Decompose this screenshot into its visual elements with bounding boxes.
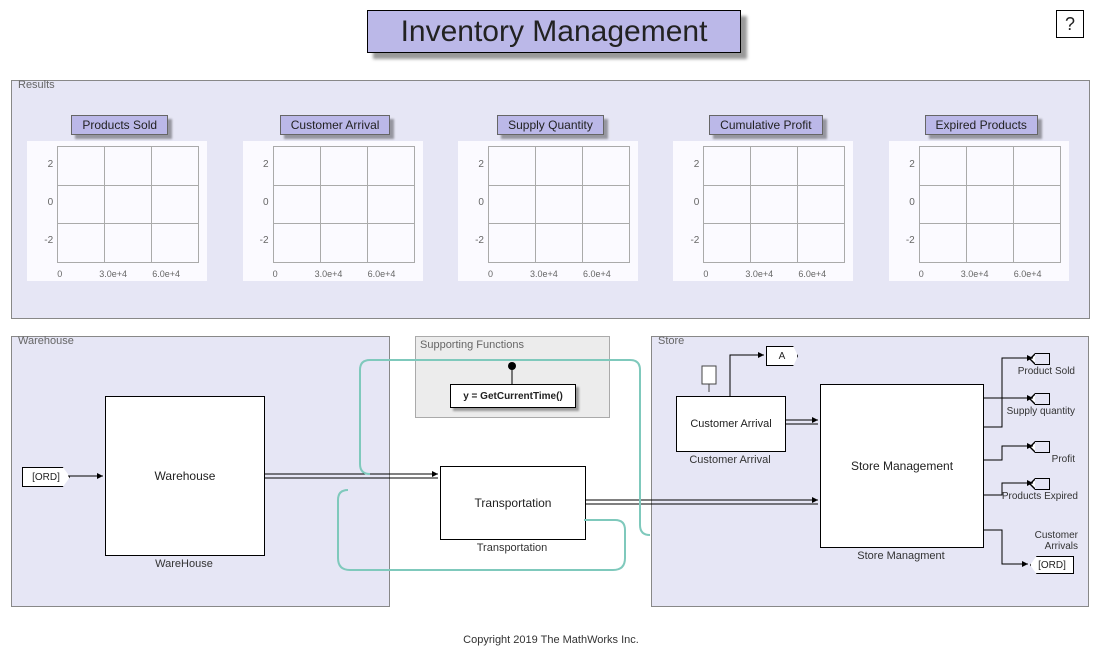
chart-title: Expired Products [925, 115, 1038, 135]
out-term-3[interactable] [1035, 441, 1050, 453]
supporting-label: Supporting Functions [420, 339, 524, 351]
chart-col: Supply Quantity 2 0 -2 0 3.0e+4 6.0e+4 [458, 115, 643, 281]
help-label: ? [1065, 14, 1075, 35]
chart-col: Expired Products 2 0 -2 0 3.0e+4 6.0e+4 [889, 115, 1074, 281]
chart-title: Customer Arrival [280, 115, 391, 135]
title-text: Inventory Management [401, 15, 708, 49]
chart-title: Supply Quantity [497, 115, 604, 135]
a-tag[interactable]: A [766, 346, 798, 366]
chart-col: Customer Arrival 2 0 -2 0 3.0e+4 6.0e+4 [243, 115, 428, 281]
chart-col: Cumulative Profit 2 0 -2 0 3.0e+4 6.0e+4 [673, 115, 858, 281]
diagram-canvas: Inventory Management ? Results Products … [0, 0, 1102, 660]
ord-in-tag[interactable]: [ORD] [22, 467, 70, 487]
warehouse-under: WareHouse [105, 558, 263, 570]
customer-arrival-block[interactable]: Customer Arrival [676, 396, 786, 452]
warehouse-block[interactable]: Warehouse [105, 396, 265, 556]
store-panel-label: Store [658, 335, 684, 347]
gettime-block[interactable]: y = GetCurrentTime() [450, 384, 576, 408]
charts-row: Products Sold 2 0 -2 0 3.0e+4 6.0e+4 [12, 115, 1089, 281]
chart-plot[interactable]: 2 0 -2 0 3.0e+4 6.0e+4 [243, 141, 423, 281]
out-term-2[interactable] [1035, 393, 1050, 405]
chart-plot[interactable]: 2 0 -2 0 3.0e+4 6.0e+4 [27, 141, 207, 281]
store-mgmt-block[interactable]: Store Management [820, 384, 984, 548]
transportation-block[interactable]: Transportation [440, 466, 586, 540]
title-banner: Inventory Management [367, 10, 741, 53]
chart-title: Cumulative Profit [709, 115, 822, 135]
warehouse-panel-label: Warehouse [18, 335, 74, 347]
help-button[interactable]: ? [1056, 10, 1084, 38]
generator-icon [700, 364, 718, 392]
out-term-1[interactable] [1035, 353, 1050, 365]
results-panel: Results Products Sold 2 0 -2 0 3.0e+4 [11, 80, 1090, 319]
customer-arrival-under: Customer Arrival [676, 454, 784, 466]
chart-title: Products Sold [71, 115, 168, 135]
store-mgmt-under: Store Managment [820, 550, 982, 562]
chart-plot[interactable]: 2 0 -2 0 3.0e+4 6.0e+4 [458, 141, 638, 281]
chart-plot[interactable]: 2 0 -2 0 3.0e+4 6.0e+4 [673, 141, 853, 281]
ord-out-tag[interactable]: [ORD] [1030, 556, 1074, 574]
transportation-under: Transportation [440, 542, 584, 554]
chart-plot[interactable]: 2 0 -2 0 3.0e+4 6.0e+4 [889, 141, 1069, 281]
out-term-4[interactable] [1035, 478, 1050, 490]
copyright: Copyright 2019 The MathWorks Inc. [0, 634, 1102, 646]
chart-col: Products Sold 2 0 -2 0 3.0e+4 6.0e+4 [27, 115, 212, 281]
results-label: Results [18, 79, 55, 91]
time-source-dot [508, 362, 516, 370]
